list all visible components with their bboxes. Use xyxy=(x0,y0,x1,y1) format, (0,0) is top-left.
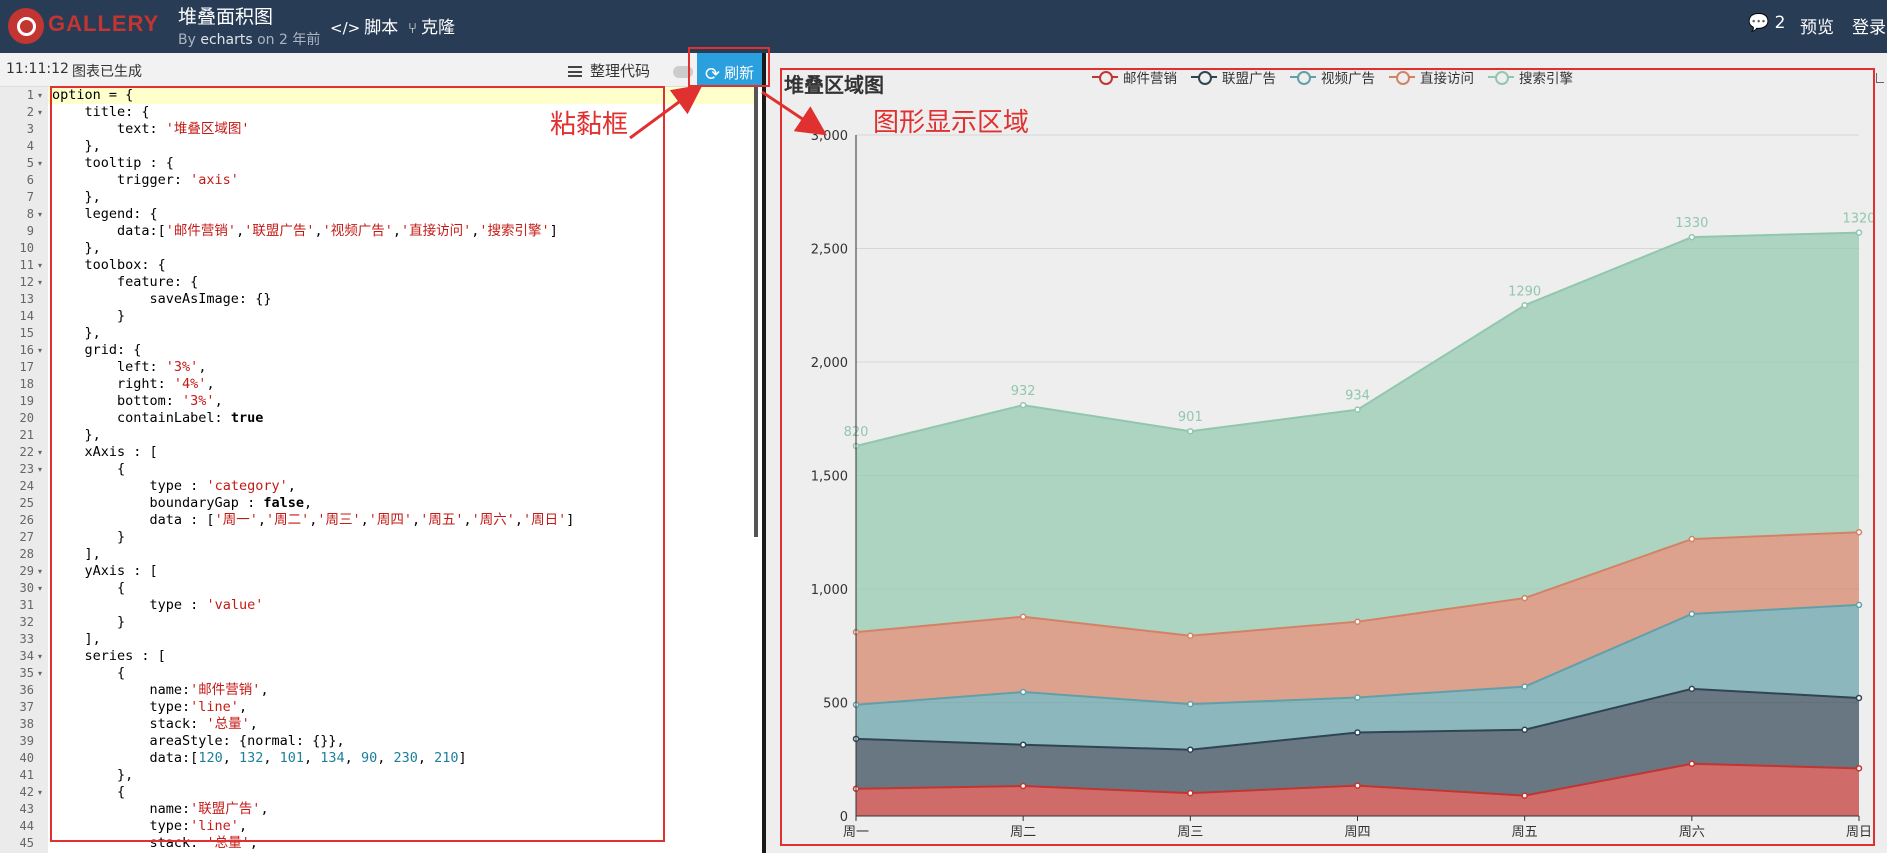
annotation-arrows xyxy=(629,84,827,140)
arrow-to-refresh xyxy=(629,84,703,140)
arrow-to-chart xyxy=(761,90,827,136)
